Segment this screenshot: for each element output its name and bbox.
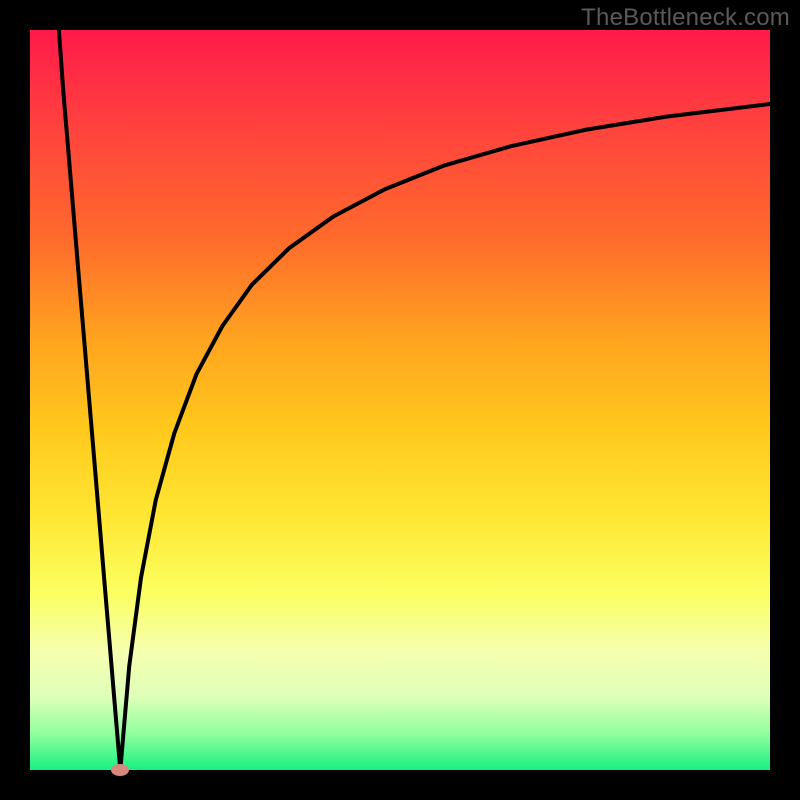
watermark-text: TheBottleneck.com [581,4,790,32]
minimum-marker [111,764,129,776]
plot-area [30,30,770,770]
chart-frame: TheBottleneck.com [0,0,800,800]
bottleneck-curve [30,30,770,770]
